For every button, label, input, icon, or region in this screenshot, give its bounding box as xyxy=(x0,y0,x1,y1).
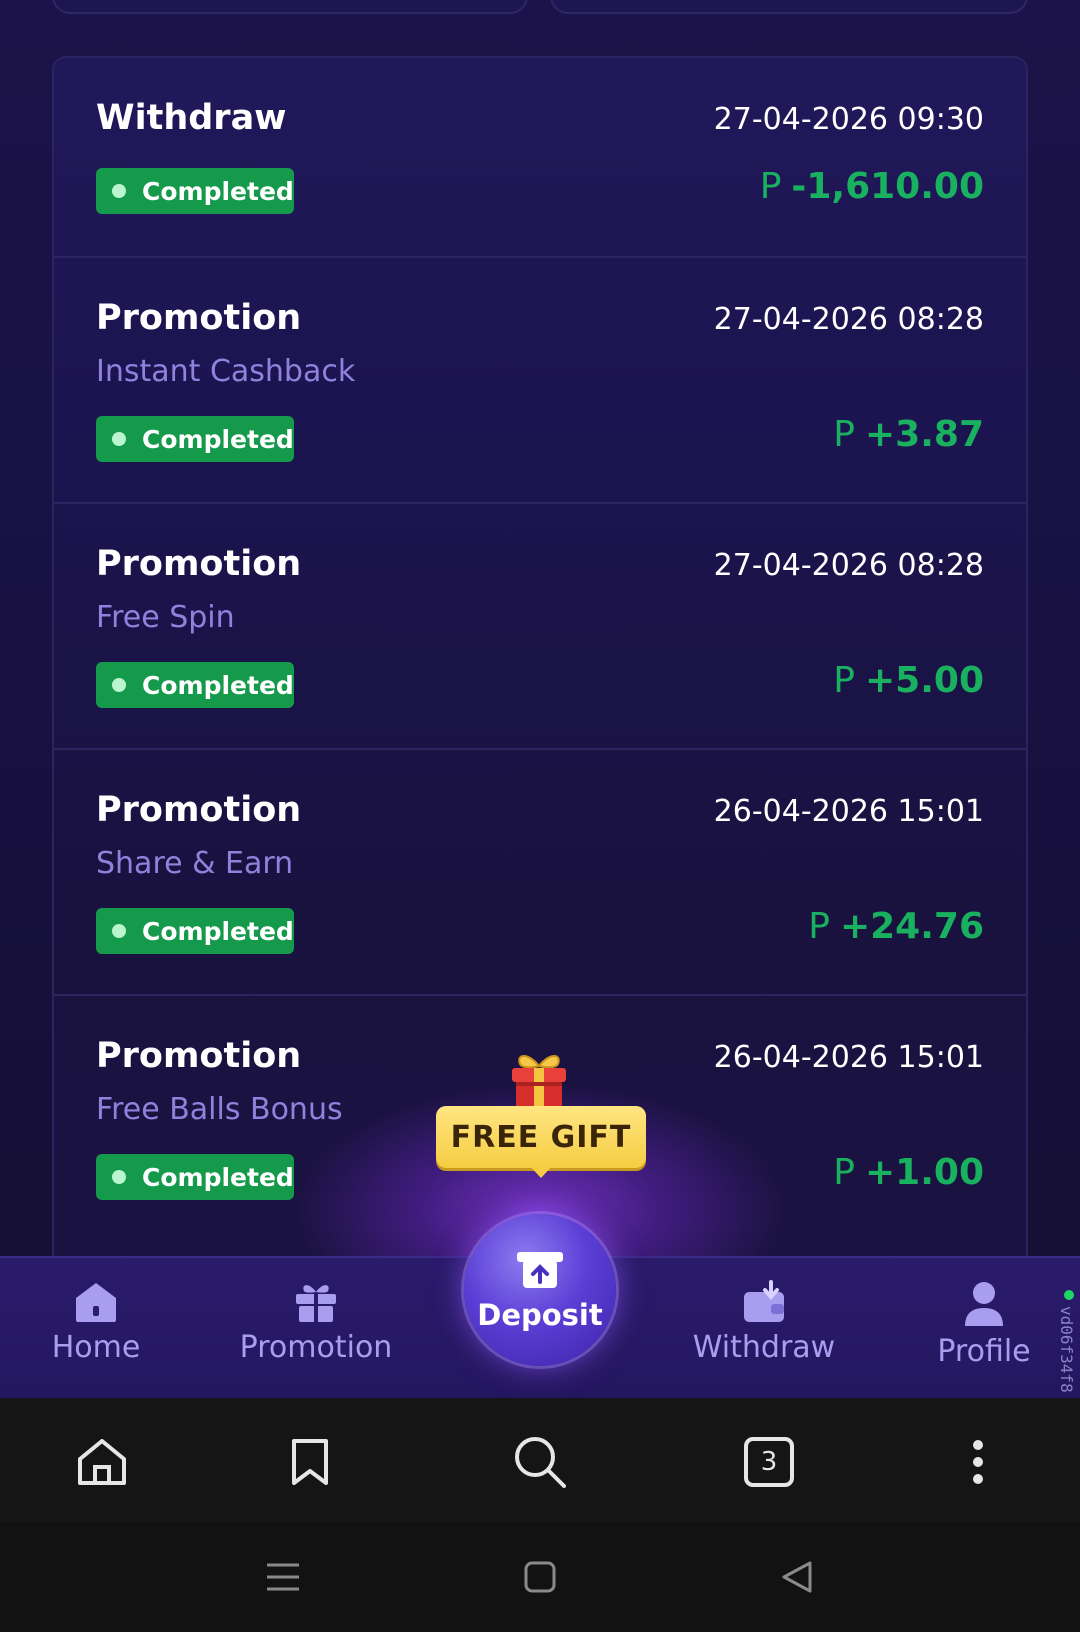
transaction-amount: P +1.00 xyxy=(833,1152,984,1193)
amount-value: +24.76 xyxy=(839,906,984,947)
nav-home[interactable]: Home xyxy=(6,1280,186,1365)
nav-profile[interactable]: Profile xyxy=(894,1280,1074,1369)
menu-lines-icon xyxy=(267,1563,299,1591)
transaction-date: 27-04-2026 08:28 xyxy=(713,548,984,583)
browser-home-button[interactable] xyxy=(72,1432,132,1492)
status-dot-icon xyxy=(112,1170,126,1184)
browser-tabs-button[interactable]: 3 xyxy=(739,1432,799,1492)
bookmark-icon xyxy=(292,1439,328,1485)
nav-promotion[interactable]: Promotion xyxy=(226,1280,406,1365)
status-badge: Completed xyxy=(96,1154,294,1200)
system-recents-button[interactable] xyxy=(258,1552,308,1602)
currency-symbol: P xyxy=(833,1152,855,1193)
free-gift-button[interactable]: FREE GIFT xyxy=(436,1040,646,1190)
status-badge: Completed xyxy=(96,908,294,954)
currency-symbol: P xyxy=(759,166,782,207)
tab-count: 3 xyxy=(744,1437,794,1487)
search-icon xyxy=(515,1437,566,1488)
transaction-subtitle: Instant Cashback xyxy=(96,354,356,389)
top-card-left xyxy=(52,0,528,14)
free-gift-pointer xyxy=(528,1164,554,1178)
free-gift-label: FREE GIFT xyxy=(436,1106,646,1168)
transaction-date: 27-04-2026 08:28 xyxy=(713,302,984,337)
transaction-type: Promotion xyxy=(96,544,302,584)
version-tag: vd06f34f8 xyxy=(1056,1290,1080,1393)
status-badge: Completed xyxy=(96,168,294,214)
status-label: Completed xyxy=(142,916,294,946)
nav-profile-label: Profile xyxy=(937,1334,1031,1369)
transaction-amount: P +3.87 xyxy=(833,414,984,455)
status-dot-icon xyxy=(112,432,126,446)
online-dot-icon xyxy=(1064,1290,1074,1300)
transaction-row[interactable]: Withdraw 27-04-2026 09:30 Completed P -1,… xyxy=(54,58,1026,258)
home-icon xyxy=(76,1283,116,1322)
transaction-type: Promotion xyxy=(96,298,302,338)
transaction-row[interactable]: Promotion 26-04-2026 15:01 Share & Earn … xyxy=(54,750,1026,996)
transaction-amount: P +5.00 xyxy=(833,660,984,701)
transaction-subtitle: Free Balls Bonus xyxy=(96,1092,343,1127)
transaction-row[interactable]: Promotion 27-04-2026 08:28 Instant Cashb… xyxy=(54,258,1026,504)
transaction-type: Withdraw xyxy=(96,98,287,138)
wallet-icon xyxy=(744,1280,784,1322)
amount-value: +5.00 xyxy=(865,660,984,701)
transaction-amount: P -1,610.00 xyxy=(760,166,984,207)
currency-symbol: P xyxy=(833,660,855,701)
deposit-label: Deposit xyxy=(477,1298,603,1332)
system-home-button[interactable] xyxy=(515,1552,565,1602)
transaction-row[interactable]: Promotion 27-04-2026 08:28 Free Spin Com… xyxy=(54,504,1026,750)
transaction-date: 26-04-2026 15:01 xyxy=(713,794,984,829)
back-triangle-icon xyxy=(782,1561,812,1593)
deposit-icon xyxy=(517,1252,563,1288)
status-badge: Completed xyxy=(96,416,294,462)
status-dot-icon xyxy=(112,924,126,938)
system-nav-bar xyxy=(0,1522,1080,1632)
status-label: Completed xyxy=(142,1162,294,1192)
nav-withdraw-label: Withdraw xyxy=(692,1330,836,1365)
browser-toolbar: 3 xyxy=(0,1398,1080,1522)
transaction-type: Promotion xyxy=(96,1036,302,1076)
browser-bookmark-button[interactable] xyxy=(280,1432,340,1492)
system-back-button[interactable] xyxy=(772,1552,822,1602)
status-dot-icon xyxy=(112,678,126,692)
currency-symbol: P xyxy=(833,414,855,455)
status-label: Completed xyxy=(142,424,294,454)
browser-search-button[interactable] xyxy=(510,1432,570,1492)
status-badge: Completed xyxy=(96,662,294,708)
more-vertical-icon xyxy=(973,1440,983,1484)
amount-value: +1.00 xyxy=(865,1152,984,1193)
amount-value: +3.87 xyxy=(865,414,984,455)
transaction-type: Promotion xyxy=(96,790,302,830)
browser-menu-button[interactable] xyxy=(948,1432,1008,1492)
browser-home-icon xyxy=(78,1439,126,1485)
nav-promotion-label: Promotion xyxy=(239,1330,393,1365)
amount-value: -1,610.00 xyxy=(791,166,984,207)
top-card-right xyxy=(550,0,1028,14)
deposit-button[interactable]: Deposit xyxy=(464,1214,616,1366)
square-icon xyxy=(524,1561,556,1593)
transaction-subtitle: Free Spin xyxy=(96,600,235,635)
gift-icon xyxy=(296,1285,336,1322)
transaction-subtitle: Share & Earn xyxy=(96,846,294,881)
currency-symbol: P xyxy=(808,906,830,947)
version-text: vd06f34f8 xyxy=(1057,1306,1076,1393)
user-icon xyxy=(965,1282,1003,1326)
status-label: Completed xyxy=(142,176,294,206)
transaction-date: 26-04-2026 15:01 xyxy=(713,1040,984,1075)
nav-withdraw[interactable]: Withdraw xyxy=(674,1280,854,1365)
transaction-amount: P +24.76 xyxy=(808,906,984,947)
status-label: Completed xyxy=(142,670,294,700)
status-dot-icon xyxy=(112,184,126,198)
nav-home-label: Home xyxy=(51,1330,141,1365)
transaction-date: 27-04-2026 09:30 xyxy=(713,102,984,137)
